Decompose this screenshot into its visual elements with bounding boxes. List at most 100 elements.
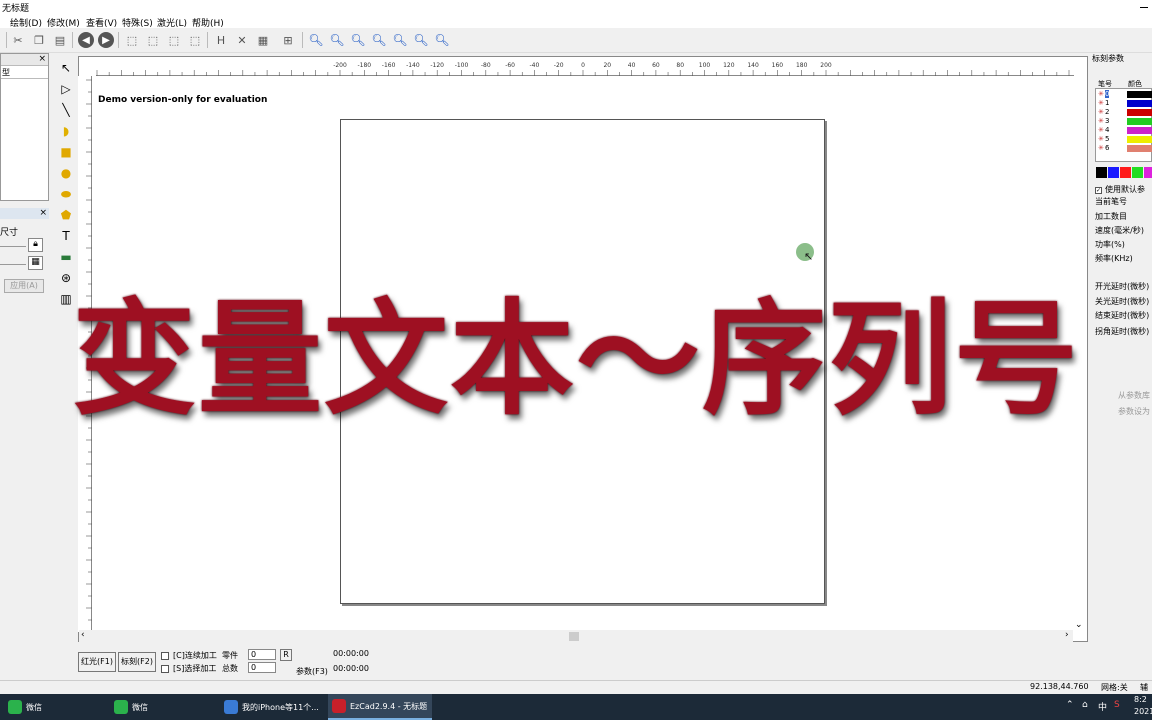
color-palette [1096,167,1152,178]
status-bar: 92.138,44.760 网格:关 辅 [0,680,1152,694]
scroll-left-icon[interactable]: ‹ [81,630,85,640]
taskbar-phone[interactable]: 我的iPhone等11个... [224,694,324,720]
zoom-fit-icon[interactable]: 🔍︎ [350,32,366,48]
frequency-label: 频率(KHz) [1095,254,1133,263]
circle-icon[interactable]: ● [58,165,74,181]
minimize-button[interactable] [1136,0,1152,14]
pen-row[interactable]: ✳ 1 [1096,99,1152,108]
pen-row[interactable]: ✳ 4 [1096,126,1152,135]
h-ruler-label: -160 [382,62,396,69]
h-ruler-label: -200 [333,62,347,69]
scroll-thumb[interactable] [569,632,579,641]
total-input[interactable]: 0 [248,662,276,673]
horizontal-scrollbar[interactable]: ‹ › [79,630,1073,642]
clock-time: 8:2 [1134,695,1147,704]
pen-row[interactable]: ✳ 0 [1096,90,1152,99]
pen-row[interactable]: ✳ 5 [1096,135,1152,144]
pen-row[interactable]: ✳ 3 [1096,117,1152,126]
h-ruler-label: 80 [676,62,684,69]
curve-icon[interactable]: ◗ [58,123,74,139]
pen-table: ✳ 0 ✳ 1 ✳ 2 ✳ 3 ✳ 4 ✳ 5 ✳ 6 [1095,88,1152,162]
red-light-button[interactable]: 红光(F1) [78,652,116,672]
text-icon[interactable]: T [58,228,74,244]
cut-icon[interactable]: ✂ [10,32,26,48]
selected-checkbox[interactable] [161,665,169,673]
redo-icon[interactable]: ▶ [98,32,114,48]
taskbar-wechat-1[interactable]: 微信 [8,694,104,720]
taskbar-ezcad[interactable]: EzCad2.9.4 - 无标题 [328,694,432,720]
power-label: 功率(%) [1095,240,1125,249]
zoom-out-icon[interactable]: 🔍︎ [371,32,387,48]
ime-indicator[interactable]: 中 [1098,700,1107,713]
undo-icon[interactable]: ◀ [78,32,94,48]
palette-swatch[interactable] [1120,167,1131,178]
palette-swatch[interactable] [1144,167,1152,178]
node-icon[interactable]: ⬚ [166,32,182,48]
params-button[interactable]: 参数(F3) [296,666,328,677]
tray-network-icon[interactable]: ⌂ [1082,700,1088,710]
selected-label: [S]选择加工 [173,664,217,673]
process-count-label: 加工数目 [1095,212,1127,221]
continuous-label: [C]连续加工 [173,651,217,660]
zoom-icon[interactable]: 🔍︎ [308,32,324,48]
pen-color-swatch [1127,118,1152,125]
size-panel-header: × [0,208,49,219]
tools-icon[interactable]: ✕ [234,32,250,48]
group-icon[interactable]: ⬚ [124,32,140,48]
use-default-checkbox[interactable]: ✓ 使用默认参 [1095,184,1145,195]
zoom-page-icon[interactable]: 🔍︎ [434,32,450,48]
pen-row[interactable]: ✳ 2 [1096,108,1152,117]
copy-icon[interactable]: ❐ [31,32,47,48]
pen-status-icon: ✳ [1098,126,1104,134]
parts-input[interactable]: 0 [248,649,276,660]
polygon-icon[interactable]: ⬟ [58,207,74,223]
line-icon[interactable]: ╲ [58,102,74,118]
align-icon[interactable]: ⊞ [280,32,296,48]
hatch-icon[interactable]: H [213,32,229,48]
bottom-control-bar: 红光(F1) 标刻(F2) [C]连续加工 [S]选择加工 零件 0 总数 0 … [76,644,1086,684]
h-ruler-label: 180 [796,62,808,69]
toolbar: ✂ ❐ ▤ ◀ ▶ ⬚ ⬚ ⬚ ⬚ H ✕ ▦ ⊞ 🔍︎ 🔍︎ 🔍︎ 🔍︎ 🔍︎… [0,28,1152,53]
paste-icon[interactable]: ▤ [52,32,68,48]
tray-chevron-icon[interactable]: ⌃ [1066,700,1074,710]
node-edit-icon[interactable]: ▷ [58,81,74,97]
zoom-selected-icon[interactable]: 🔍︎ [413,32,429,48]
rectangle-icon[interactable]: ■ [58,144,74,160]
cursor-coordinates: 92.138,44.760 [1030,682,1089,691]
ellipse-icon[interactable]: ⬬ [58,186,74,202]
close-icon[interactable]: × [38,54,46,64]
h-ruler-label: 40 [628,62,636,69]
reset-button[interactable]: R [280,649,292,661]
h-ruler-svg: -200 -180 -160 -140 -120 -100 -80 -60 -40 -20 0 20 4… [96,62,1070,76]
close-icon[interactable]: × [39,208,47,218]
palette-swatch[interactable] [1108,167,1119,178]
use-default-label: 使用默认参 [1105,185,1145,194]
scroll-right-icon[interactable]: › [1065,630,1069,640]
calculator-icon[interactable]: ▦ [255,32,271,48]
continuous-checkbox[interactable] [161,652,169,660]
ezcad-icon [332,699,346,713]
zoom-all-icon[interactable]: 🔍︎ [392,32,408,48]
scroll-down-icon[interactable]: ⌄ [1075,620,1083,630]
clock-date: 2021 [1134,707,1152,716]
lock-icon[interactable]: 🔒︎ [28,238,43,252]
tray-app-icon[interactable]: S [1114,700,1120,710]
total-label: 总数 [222,664,238,673]
right-panel-title: 标刻参数 [1092,54,1124,63]
taskbar-wechat-2[interactable]: 微信 [114,694,218,720]
pen-row[interactable]: ✳ 6 [1096,144,1152,153]
palette-swatch[interactable] [1096,167,1107,178]
pen-number: 1 [1105,99,1110,107]
window-title: 无标题 [2,4,30,14]
pen-color-swatch [1127,91,1152,98]
pen-number: 5 [1105,135,1110,143]
horizontal-ruler: -200 -180 -160 -140 -120 -100 -80 -60 -40 -20 0 20 4… [96,58,1074,76]
ungroup-icon[interactable]: ⬚ [145,32,161,48]
palette-swatch[interactable] [1132,167,1143,178]
select-arrow-icon[interactable]: ↖ [58,60,74,76]
mark-button[interactable]: 标刻(F2) [118,652,156,672]
h-ruler-label: 140 [747,62,759,69]
zoom-in-icon[interactable]: 🔍︎ [329,32,345,48]
select-nodes-icon[interactable]: ⬚ [187,32,203,48]
pen-status-icon: ✳ [1098,144,1104,152]
